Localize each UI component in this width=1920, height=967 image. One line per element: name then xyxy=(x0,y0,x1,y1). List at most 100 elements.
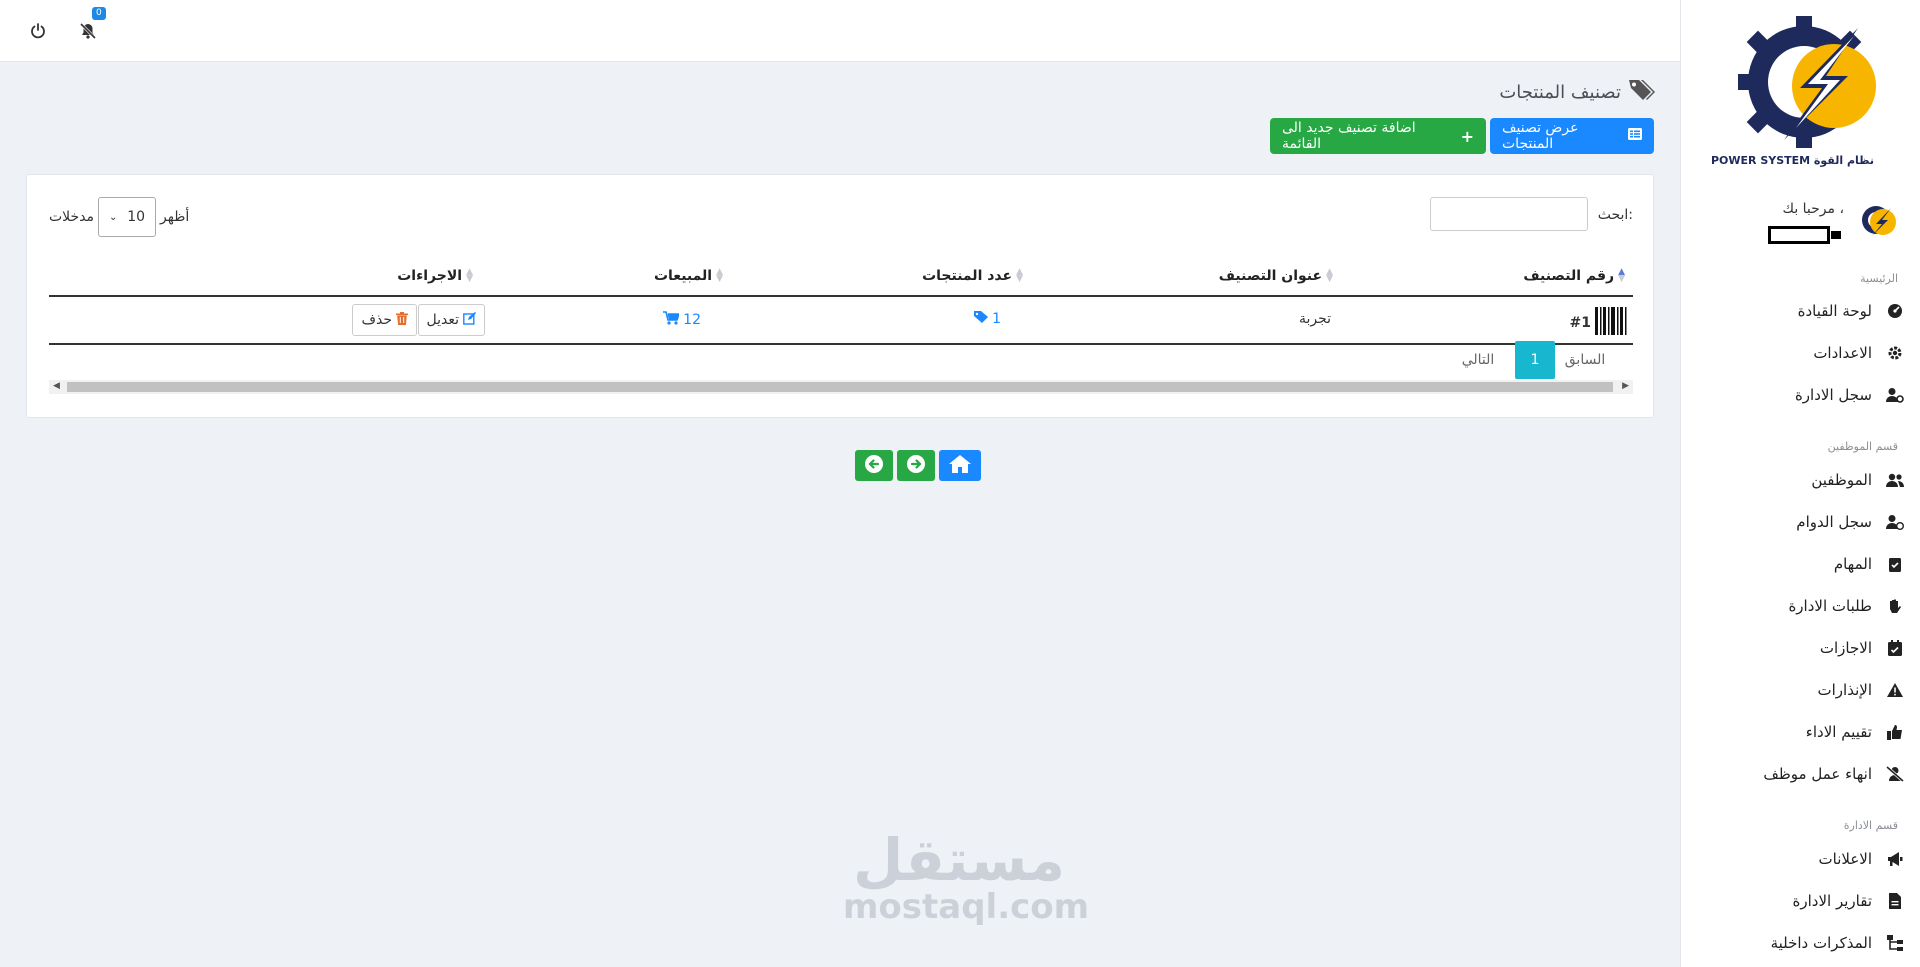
column-header-label: عنوان التصنيف xyxy=(1218,268,1323,284)
products-count: 1 xyxy=(992,311,1001,327)
section-title-employees: قسم الموظفين xyxy=(1827,440,1898,453)
file-icon xyxy=(1886,892,1904,910)
hand-icon xyxy=(1886,597,1904,615)
home-icon xyxy=(948,454,972,478)
scroll-right-arrow-icon[interactable]: ▶ xyxy=(1622,381,1629,391)
plus-icon: + xyxy=(1460,126,1474,146)
category-title-cell: تجربة xyxy=(1298,311,1331,327)
pagination-next[interactable]: التالي xyxy=(1453,341,1503,379)
sidebar-item-terminate-employee[interactable]: انهاء عمل موظف xyxy=(1763,759,1904,789)
cart-icon xyxy=(663,311,681,329)
length-show-label: أظهر xyxy=(160,209,190,225)
calendar-check-icon xyxy=(1886,639,1904,657)
home-button[interactable] xyxy=(939,450,981,481)
pagination-page-1[interactable]: 1 xyxy=(1515,341,1555,379)
sidebar-item-label: الاجازات xyxy=(1819,639,1872,657)
arrow-left-circle-icon xyxy=(864,454,884,478)
sidebar-item-performance[interactable]: تقييم الاداء xyxy=(1806,717,1904,747)
sidebar-item-internal-memos[interactable]: المذكرات داخلية xyxy=(1771,928,1904,958)
sidebar-item-label: المذكرات داخلية xyxy=(1770,934,1872,952)
column-header-label: الاجراءات xyxy=(397,268,463,284)
sidebar-item-attendance[interactable]: سجل الدوام xyxy=(1796,507,1904,537)
column-header-sales[interactable]: المبيعات ▲ ▼ xyxy=(653,267,723,285)
scrollbar-thumb[interactable] xyxy=(67,382,1613,392)
edit-button[interactable]: تعديل xyxy=(417,304,485,336)
table-header: رقم التصنيف ▲ ▼ عنوان التصنيف ▲ ▼ عدد المن… xyxy=(49,257,1633,297)
sidebar-item-label: الإنذارات xyxy=(1817,681,1872,699)
sidebar-item-label: طلبات الادارة xyxy=(1788,597,1872,615)
sort-icon: ▲ ▼ xyxy=(466,267,473,284)
column-header-products[interactable]: عدد المنتجات ▲ ▼ xyxy=(922,267,1023,285)
power-icon[interactable] xyxy=(27,20,49,42)
sort-icon: ▲ ▼ xyxy=(1016,267,1023,284)
page-header: تصنيف المنتجات xyxy=(1499,78,1655,106)
sidebar-item-vacations[interactable]: الاجازات xyxy=(1820,633,1904,663)
column-header-label: المبيعات xyxy=(653,268,713,284)
search-input[interactable] xyxy=(1430,197,1588,231)
sidebar-item-settings[interactable]: الاعدادات xyxy=(1813,338,1904,368)
user-block: مرحبا بك ، xyxy=(1700,198,1900,250)
sidebar-item-tasks[interactable]: المهام xyxy=(1834,549,1904,579)
bell-slash-icon[interactable] xyxy=(77,20,99,42)
clipboard-check-icon xyxy=(1886,555,1904,573)
search-label: ابحث: xyxy=(1597,207,1633,223)
sidebar-item-label: الاعلانات xyxy=(1818,850,1873,868)
section-title-main: الرئيسية xyxy=(1860,272,1898,285)
pagination-previous[interactable]: السابق xyxy=(1555,341,1615,379)
page-length-select[interactable]: ⌄ 10 xyxy=(98,197,157,237)
sort-icon: ▲ ▼ xyxy=(716,267,723,284)
user-clock-icon xyxy=(1886,513,1904,531)
column-header-actions[interactable]: الاجراءات ▲ ▼ xyxy=(397,267,473,285)
tags-icon xyxy=(1627,78,1655,106)
arrow-right-circle-icon xyxy=(906,454,926,478)
sidebar-item-label: انهاء عمل موظف xyxy=(1763,765,1872,783)
watermark-latin: mostaql.com xyxy=(843,887,1090,927)
scroll-left-arrow-icon[interactable]: ◀ xyxy=(53,381,60,391)
watermark-arabic: مستقل xyxy=(852,826,1066,894)
user-cog-icon xyxy=(1886,386,1904,404)
tag-icon xyxy=(974,311,989,327)
sidebar-item-label: الموظفين xyxy=(1811,471,1872,489)
sales-count-cell[interactable]: 12 xyxy=(663,311,701,329)
column-header-id[interactable]: رقم التصنيف ▲ ▼ xyxy=(1523,267,1625,285)
sidebar-item-employees[interactable]: الموظفين xyxy=(1811,465,1904,495)
sales-count: 12 xyxy=(683,312,701,328)
sidebar-item-label: تقارير الادارة xyxy=(1792,892,1872,910)
length-entries-label: مدخلات xyxy=(49,209,95,225)
avatar[interactable] xyxy=(1858,200,1900,242)
sitemap-icon xyxy=(1886,934,1904,952)
mostaql-watermark: مستقل mostaql.com xyxy=(843,826,1090,927)
sidebar-item-admin-requests[interactable]: طلبات الادارة xyxy=(1788,591,1904,621)
add-category-button[interactable]: اضافة تصنيف جديد الى القائمة + xyxy=(1270,118,1486,154)
sidebar-item-label: الاعدادات xyxy=(1813,344,1872,362)
horizontal-scrollbar[interactable]: ◀ ▶ xyxy=(49,380,1633,394)
forward-button[interactable] xyxy=(897,450,935,481)
notification-badge: 0 xyxy=(92,7,106,20)
column-header-title[interactable]: عنوان التصنيف ▲ ▼ xyxy=(1218,268,1333,285)
back-button[interactable] xyxy=(855,450,893,481)
gear-icon xyxy=(1886,344,1904,362)
sidebar-item-admin-reports[interactable]: تقارير الادارة xyxy=(1793,886,1904,916)
welcome-text: مرحبا بك ، xyxy=(1782,201,1844,217)
view-categories-button[interactable]: عرض تصنيف المنتجات xyxy=(1490,118,1654,154)
sort-icon: ▲ ▼ xyxy=(1618,267,1625,284)
delete-label: حذف xyxy=(361,312,392,328)
sidebar-item-dashboard[interactable]: لوحة القيادة xyxy=(1798,296,1904,326)
users-icon xyxy=(1886,471,1904,489)
sidebar-item-warnings[interactable]: الإنذارات xyxy=(1818,675,1904,705)
products-count-cell[interactable]: 1 xyxy=(974,311,1001,327)
sidebar-item-label: المهام xyxy=(1833,555,1872,573)
page-length-value: 10 xyxy=(127,209,146,225)
section-title-management: قسم الادارة xyxy=(1843,819,1898,832)
delete-button[interactable]: حذف xyxy=(352,304,417,336)
power-system-logo[interactable] xyxy=(1730,10,1890,175)
sidebar-item-label: سجل الدوام xyxy=(1796,513,1872,531)
warning-icon xyxy=(1886,681,1904,699)
sidebar-item-label: تقييم الاداء xyxy=(1805,723,1872,741)
dashboard-icon xyxy=(1886,302,1904,320)
sidebar-item-label: سجل الادارة xyxy=(1794,386,1872,404)
top-bar: 0 xyxy=(0,0,1680,62)
category-id: #1 xyxy=(1569,315,1591,331)
sidebar-item-announcements[interactable]: الاعلانات xyxy=(1819,844,1905,874)
sidebar-item-admin-log[interactable]: سجل الادارة xyxy=(1795,380,1904,410)
